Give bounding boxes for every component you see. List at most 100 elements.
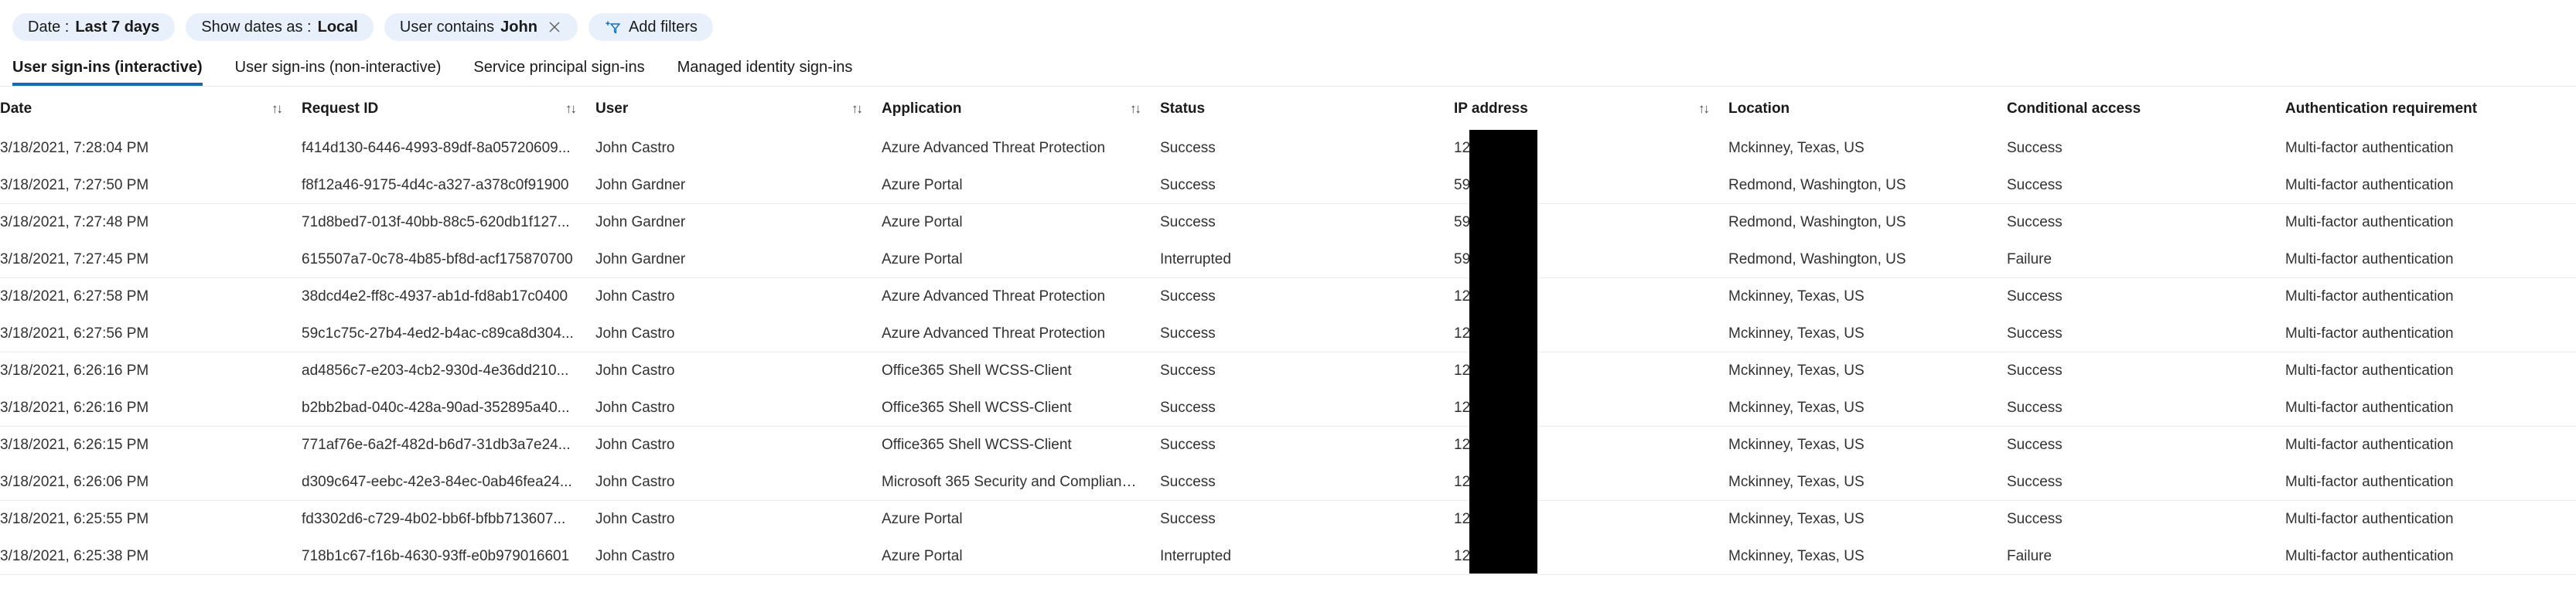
cell-status: Success — [1160, 473, 1216, 490]
cell-status: Success — [1160, 436, 1216, 453]
show-dates-as-chip[interactable]: Show dates as : Local — [186, 13, 374, 41]
cell-status: Success — [1160, 213, 1216, 230]
cell-ip-address: 121 — [1454, 399, 1479, 416]
user-contains-chip[interactable]: User contains John — [384, 13, 578, 41]
cell-ip-address: 59.79 — [1454, 250, 1491, 267]
cell-application: Office365 Shell WCSS-Client — [882, 436, 1072, 453]
cell-status: Interrupted — [1160, 547, 1231, 564]
sort-icon[interactable]: ↑↓ — [1130, 101, 1141, 117]
date-filter-chip-label: Date : — [28, 19, 70, 36]
cell-date: 3/18/2021, 6:27:56 PM — [0, 325, 149, 342]
date-filter-chip-value: Last 7 days — [75, 19, 160, 36]
cell-ip-address: 121 — [1454, 473, 1479, 490]
sort-icon[interactable]: ↑↓ — [851, 101, 863, 117]
table-row[interactable]: 3/18/2021, 6:26:16 PM b2bb2bad-040c-428a-… — [0, 390, 2576, 427]
table-row[interactable]: 3/18/2021, 6:27:56 PM 59c1c75c-27b4-4ed2-… — [0, 315, 2576, 352]
cell-user: John Castro — [595, 362, 675, 379]
show-dates-as-chip-label: Show dates as : — [201, 19, 312, 36]
cell-status: Success — [1160, 176, 1216, 193]
tab-service-principal-signins[interactable]: Service principal sign-ins — [473, 60, 661, 86]
cell-authentication-requirement: Multi-factor authentication — [2285, 436, 2454, 453]
cell-date: 3/18/2021, 6:26:16 PM — [0, 399, 149, 416]
cell-authentication-requirement: Multi-factor authentication — [2285, 250, 2454, 267]
table-row[interactable]: 3/18/2021, 6:26:16 PM ad4856c7-e203-4cb2-… — [0, 352, 2576, 390]
cell-date: 3/18/2021, 7:27:48 PM — [0, 213, 149, 230]
add-filter-icon — [604, 19, 621, 36]
cell-location: Mckinney, Texas, US — [1728, 510, 1865, 527]
cell-date: 3/18/2021, 7:27:45 PM — [0, 250, 149, 267]
cell-location: Redmond, Washington, US — [1728, 176, 1906, 193]
sign-in-type-tabs: User sign-ins (interactive) User sign-in… — [0, 42, 2576, 87]
table-row[interactable]: 3/18/2021, 6:26:06 PM d309c647-eebc-42e3-… — [0, 464, 2576, 501]
add-filters-button[interactable]: Add filters — [588, 13, 713, 41]
cell-location: Mckinney, Texas, US — [1728, 547, 1865, 564]
cell-authentication-requirement: Multi-factor authentication — [2285, 547, 2454, 564]
cell-location: Mckinney, Texas, US — [1728, 362, 1865, 379]
sort-icon[interactable]: ↑↓ — [565, 101, 577, 117]
user-contains-chip-value: John — [500, 19, 537, 36]
cell-date: 3/18/2021, 6:27:58 PM — [0, 288, 149, 305]
cell-user: John Gardner — [595, 250, 686, 267]
column-header-application[interactable]: Application ↑↓ — [882, 87, 1160, 130]
column-header-user[interactable]: User ↑↓ — [595, 87, 882, 130]
tab-user-signins-non-interactive[interactable]: User sign-ins (non-interactive) — [235, 60, 459, 86]
column-header-conditional-access[interactable]: Conditional access — [2007, 87, 2285, 130]
cell-ip-address: 121 — [1454, 139, 1479, 156]
cell-status: Success — [1160, 325, 1216, 342]
column-header-ip-address[interactable]: IP address ↑↓ — [1454, 87, 1728, 130]
cell-application: Microsoft 365 Security and Compliance ..… — [882, 473, 1154, 490]
column-header-location[interactable]: Location — [1728, 87, 2007, 130]
table-row[interactable]: 3/18/2021, 7:27:50 PM f8f12a46-9175-4d4c-… — [0, 167, 2576, 204]
cell-date: 3/18/2021, 7:28:04 PM — [0, 139, 149, 156]
column-header-authentication-requirement[interactable]: Authentication requirement — [2285, 87, 2576, 130]
table-row[interactable]: 3/18/2021, 6:27:58 PM 38dcd4e2-ff8c-4937-… — [0, 278, 2576, 315]
column-header-label: Status — [1160, 100, 1206, 117]
cell-location: Mckinney, Texas, US — [1728, 288, 1865, 305]
cell-status: Success — [1160, 399, 1216, 416]
column-header-label: User — [595, 100, 629, 117]
cell-conditional-access: Success — [2007, 176, 2063, 193]
column-header-label: Authentication requirement — [2285, 100, 2478, 117]
cell-location: Redmond, Washington, US — [1728, 213, 1906, 230]
close-icon[interactable] — [547, 19, 562, 35]
table-row[interactable]: 3/18/2021, 6:25:55 PM fd3302d6-c729-4b02-… — [0, 501, 2576, 538]
sort-icon[interactable]: ↑↓ — [271, 101, 283, 117]
cell-user: John Castro — [595, 325, 675, 342]
tab-user-signins-interactive[interactable]: User sign-ins (interactive) — [12, 60, 220, 86]
cell-application: Azure Portal — [882, 547, 963, 564]
column-header-request-id[interactable]: Request ID ↑↓ — [302, 87, 595, 130]
cell-request-id: ad4856c7-e203-4cb2-930d-4e36dd210... — [302, 362, 569, 379]
column-header-date[interactable]: Date ↑↓ — [0, 87, 302, 130]
cell-request-id: f414d130-6446-4993-89df-8a05720609... — [302, 139, 571, 156]
table-row[interactable]: 3/18/2021, 7:27:48 PM 71d8bed7-013f-40bb-… — [0, 204, 2576, 241]
cell-ip-address: 121 — [1454, 362, 1479, 379]
column-header-label: Application — [882, 100, 962, 117]
tab-managed-identity-signins[interactable]: Managed identity sign-ins — [677, 60, 870, 86]
sort-icon[interactable]: ↑↓ — [1698, 101, 1710, 117]
cell-user: John Castro — [595, 473, 675, 490]
date-filter-chip[interactable]: Date : Last 7 days — [12, 13, 176, 41]
cell-user: John Castro — [595, 399, 675, 416]
cell-location: Mckinney, Texas, US — [1728, 473, 1865, 490]
cell-request-id: 71d8bed7-013f-40bb-88c5-620db1f127... — [302, 213, 570, 230]
cell-conditional-access: Success — [2007, 399, 2063, 416]
cell-conditional-access: Success — [2007, 213, 2063, 230]
cell-request-id: 38dcd4e2-ff8c-4937-ab1d-fd8ab17c0400 — [302, 288, 568, 305]
column-header-label: Request ID — [302, 100, 379, 117]
column-header-status[interactable]: Status — [1160, 87, 1454, 130]
tab-label: Service principal sign-ins — [473, 59, 645, 76]
column-header-label: IP address — [1454, 100, 1528, 117]
table-row[interactable]: 3/18/2021, 6:25:38 PM 718b1c67-f16b-4630-… — [0, 538, 2576, 575]
cell-request-id: fd3302d6-c729-4b02-bb6f-bfbb713607... — [302, 510, 566, 527]
cell-request-id: 615507a7-0c78-4b85-bf8d-acf175870700 — [302, 250, 573, 267]
column-header-label: Date — [0, 100, 32, 117]
cell-application: Office365 Shell WCSS-Client — [882, 399, 1072, 416]
table-row[interactable]: 3/18/2021, 6:26:15 PM 771af76e-6a2f-482d-… — [0, 427, 2576, 464]
table-row[interactable]: 3/18/2021, 7:28:04 PM f414d130-6446-4993-… — [0, 130, 2576, 167]
cell-user: John Castro — [595, 547, 675, 564]
cell-conditional-access: Success — [2007, 139, 2063, 156]
cell-date: 3/18/2021, 6:25:38 PM — [0, 547, 149, 564]
table-row[interactable]: 3/18/2021, 7:27:45 PM 615507a7-0c78-4b85-… — [0, 241, 2576, 278]
cell-ip-address: 121 — [1454, 288, 1479, 305]
column-header-label: Location — [1728, 100, 1790, 117]
